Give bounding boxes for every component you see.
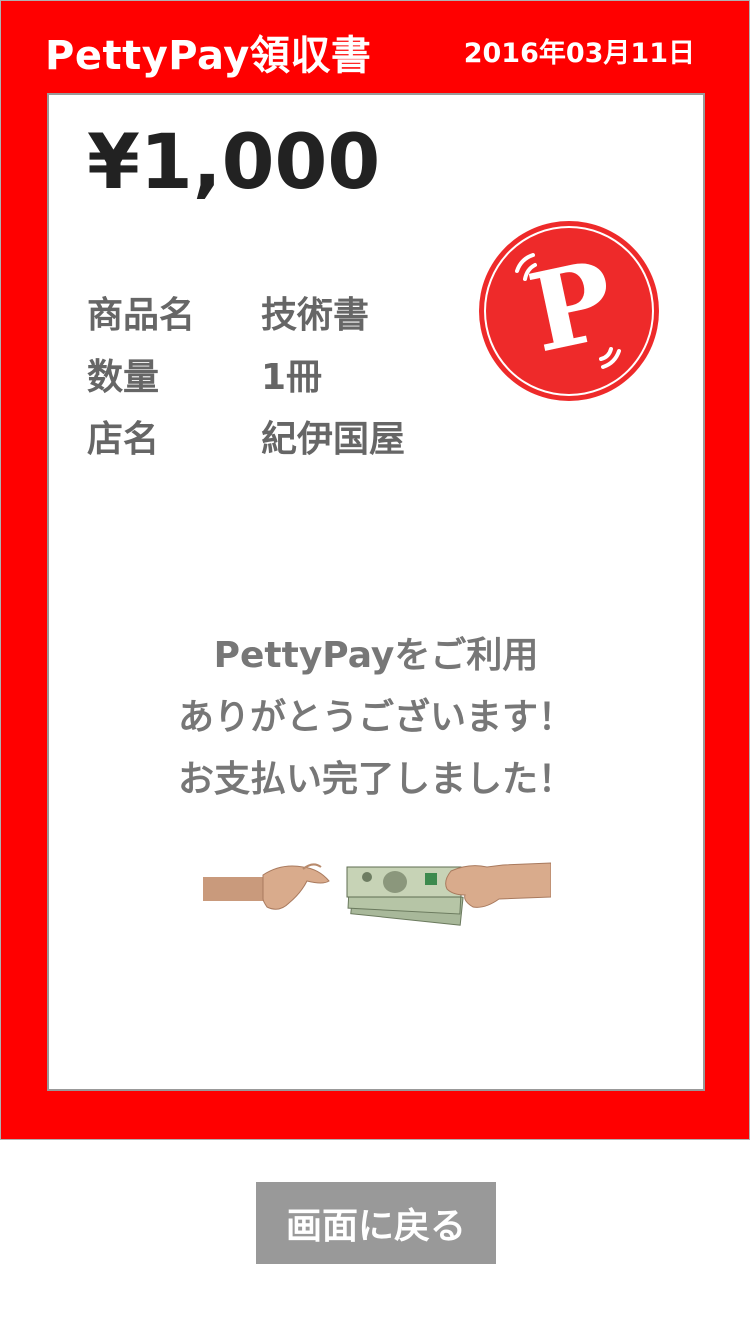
- receipt-details: 商品名 技術書 数量 1冊 店名 紀伊国屋: [87, 281, 405, 467]
- detail-label: 数量: [87, 357, 160, 398]
- pettypay-logo-icon: P: [479, 221, 659, 401]
- detail-label: 商品名: [87, 295, 196, 336]
- back-button[interactable]: 画面に戻る: [256, 1182, 496, 1264]
- payment-amount: ¥1,000: [87, 117, 381, 206]
- detail-label: 店名: [87, 419, 160, 460]
- detail-value: 紀伊国屋: [261, 419, 406, 460]
- detail-row-product: 商品名 技術書: [87, 281, 405, 343]
- thank-you-line: PettyPayをご利用: [213, 635, 539, 676]
- receipt-date: 2016年03月11日: [463, 38, 695, 69]
- thank-you-message: PettyPayをご利用 ありがとうございます！ お支払い完了しました！: [49, 625, 703, 811]
- thank-you-line: ありがとうございます！: [177, 697, 574, 738]
- receipt-card: ¥1,000 商品名 技術書 数量 1冊 店名 紀伊国屋 P PettyPayを…: [47, 93, 705, 1091]
- detail-row-store: 店名 紀伊国屋: [87, 405, 405, 467]
- detail-value: 1冊: [261, 357, 323, 398]
- receipt-title: PettyPay領収書: [45, 33, 372, 79]
- hands-exchanging-money-image: [203, 862, 551, 926]
- receipt-panel: PettyPay領収書 2016年03月11日 ¥1,000 商品名 技術書 数…: [0, 0, 750, 1140]
- detail-value: 技術書: [261, 295, 370, 336]
- thank-you-line: お支払い完了しました！: [177, 759, 574, 800]
- detail-row-quantity: 数量 1冊: [87, 343, 405, 405]
